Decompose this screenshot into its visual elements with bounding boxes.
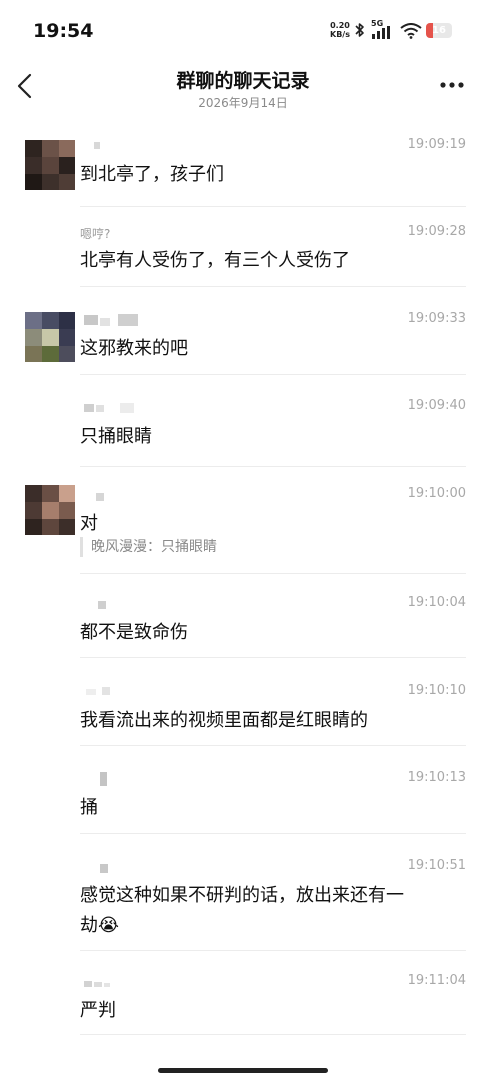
sender-name-blurred [98,601,106,609]
battery-icon: 16 [426,23,452,38]
page-title: 群聊的聊天记录 [176,70,310,92]
sender-name-blurred [84,403,134,413]
page-date: 2026年9月14日 [198,96,288,110]
message-text: 对 [80,513,98,534]
list-item[interactable]: 19:09:19 到北亭了，孩子们 [0,130,486,208]
divider [80,745,466,746]
list-item[interactable]: 19:10:51 感觉这种如果不研判的话，放出来还有一 劫😭 [0,836,486,951]
more-horizontal-icon[interactable] [439,80,465,90]
message-time: 19:09:19 [407,137,466,152]
list-item[interactable]: 19:09:33 这邪教来的吧 [0,300,486,380]
divider [80,1034,466,1035]
divider [80,833,466,834]
list-item[interactable]: 19:11:04 严判 [0,955,486,1035]
divider [80,286,466,287]
message-text: 到北亭了，孩子们 [80,164,224,185]
sender-name: 嗯哼? [80,227,111,241]
message-time: 19:09:28 [407,224,466,239]
sender-name-blurred [100,864,108,873]
message-text: 只捅眼睛 [80,426,152,447]
message-time: 19:10:04 [407,595,466,610]
avatar[interactable] [25,485,75,535]
message-time: 19:10:13 [407,770,466,785]
divider [80,374,466,375]
message-time: 19:11:04 [407,973,466,988]
list-item[interactable]: 19:10:13 捅 [0,750,486,834]
list-item[interactable]: 19:10:10 我看流出来的视频里面都是红眼睛的 [0,665,486,746]
net-speed: 0.20 KB/s [330,21,350,39]
signal-icon [372,26,390,39]
sender-name-blurred [84,314,138,326]
avatar[interactable] [25,312,75,362]
net-speed-unit: KB/s [330,30,350,39]
message-time: 19:10:51 [407,858,466,873]
quoted-reply[interactable]: 晚风漫漫：只捅眼睛 [80,537,217,557]
message-text: 北亭有人受伤了，有三个人受伤了 [80,250,350,271]
net-speed-value: 0.20 [330,21,350,30]
bluetooth-icon [355,23,364,37]
divider [80,657,466,658]
message-text: 严判 [80,1000,116,1021]
message-text: 捅 [80,797,98,818]
divider [80,950,466,951]
sender-name-blurred [94,142,100,149]
crying-emoji: 😭 [98,915,120,936]
sender-name-blurred [100,772,107,786]
status-time: 19:54 [33,20,94,42]
message-time: 19:09:33 [407,311,466,326]
divider [80,466,466,467]
message-text: 都不是致命伤 [80,622,188,643]
list-item[interactable]: 嗯哼? 19:09:28 北亭有人受伤了，有三个人受伤了 [0,215,486,295]
divider [80,206,466,207]
sender-name-blurred [96,493,104,501]
sender-name-blurred [86,687,110,695]
message-text: 这邪教来的吧 [80,338,188,359]
divider [80,573,466,574]
sender-name-blurred [84,981,110,987]
battery-level: 16 [432,25,446,36]
list-item[interactable]: 19:09:40 只捅眼睛 [0,385,486,467]
message-time: 19:09:40 [407,398,466,413]
message-text-line2: 劫😭 [80,911,119,937]
message-text: 感觉这种如果不研判的话，放出来还有一 [80,885,404,906]
status-bar: 19:54 0.20 KB/s 5G 16 [0,0,486,60]
list-item[interactable]: 19:10:00 对 晚风漫漫：只捅眼睛 [0,473,486,574]
wifi-icon [400,23,422,39]
message-text-continued: 劫 [80,915,98,936]
avatar[interactable] [25,140,75,190]
message-text: 我看流出来的视频里面都是红眼睛的 [80,710,368,731]
home-indicator[interactable] [158,1068,328,1073]
message-time: 19:10:00 [407,486,466,501]
message-time: 19:10:10 [407,683,466,698]
list-item[interactable]: 19:10:04 都不是致命伤 [0,580,486,660]
